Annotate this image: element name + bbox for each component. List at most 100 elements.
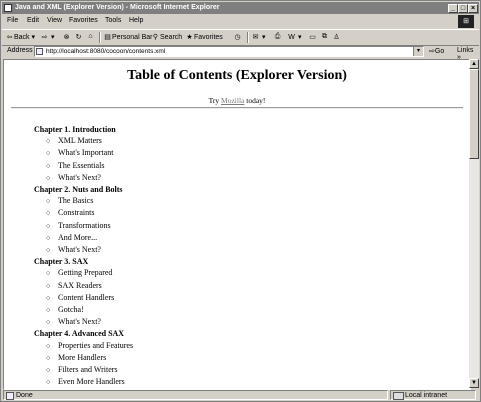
standard-toolbar: ⇦ Back ▾ ⇨ ▾ ⊗ ↻ ⌂ ▤Personal Bar ⚲ Search … [2,29,479,46]
refresh-button[interactable]: ↻ [74,33,83,41]
circle-bullet-icon: ○ [46,293,51,302]
section-title: What's Next? [58,317,101,327]
forward-button[interactable]: ⇨ ▾ [40,33,55,41]
history-button[interactable]: ◷ [233,33,242,41]
section-title: Getting Prepared [58,268,113,278]
tagline: Try Mozilla today! [208,96,266,105]
section-list-item: ○ What's Next? [34,172,133,184]
home-button[interactable]: ⌂ [86,33,95,40]
section-list-item: ○ What's Next? [34,316,133,328]
section-list-item: ○ The Basics [34,195,133,207]
section-list-item: ○ And More... [34,232,133,244]
mozilla-link[interactable]: Mozilla [221,96,244,105]
toolbar-separator [99,32,101,43]
section-list-item: ○ The Essentials [34,160,133,172]
personal-bar-button[interactable]: ▤Personal Bar [103,33,152,41]
status-text: Done [16,392,33,399]
forward-arrow-icon: ⇨ [41,34,48,41]
edit-button[interactable]: W ▾ [287,33,301,41]
section-title: More Handlers [58,352,107,362]
circle-bullet-icon: ○ [46,318,51,327]
chapter-heading: Chapter 2. Nuts and Bolts [34,185,123,195]
section-list-item: ○ Getting Prepared [34,267,133,279]
scroll-thumb[interactable] [469,69,479,159]
ie-app-icon [4,4,12,12]
windows-logo-icon: ⊞ [458,15,474,28]
section-list-item: ○ XML Matters [34,135,133,147]
personal-bar-icon: ▤ [104,34,111,41]
discuss-button[interactable]: ▭ [308,33,317,41]
address-bar: Address http://localhost:8080/cocoon/con… [2,45,479,61]
go-button[interactable]: ⇨Go [429,47,444,55]
chapter-heading: Chapter 3. SAX [34,257,89,267]
mail-button[interactable]: ✉ ▾ [251,33,266,41]
menu-edit[interactable]: Edit [27,17,39,24]
menu-help[interactable]: Help [129,17,143,24]
menu-favorites[interactable]: Favorites [69,17,98,24]
menu-view[interactable]: View [47,17,62,24]
messenger-icon: ♙ [333,34,340,41]
section-list-item: ○ SAX Readers [34,280,133,292]
horizontal-rule [11,107,463,109]
section-list-item: ○ Constraints [34,207,133,219]
circle-bullet-icon: ○ [46,366,51,375]
maximize-button[interactable]: □ [458,4,468,13]
favorites-button[interactable]: ★Favorites [185,33,222,41]
chapter-heading: Chapter 4. Advanced SAX [34,329,125,339]
mail-icon: ✉ [252,34,259,41]
page-viewport: Table of Contents (Explorer Version) Try… [3,59,471,390]
page-title: Table of Contents (Explorer Version) [127,68,347,83]
section-title: Filters and Writers [58,365,118,375]
intranet-icon [393,392,404,400]
section-list-item: ○ Transformations [34,220,133,232]
circle-bullet-icon: ○ [46,281,51,290]
page-icon [6,392,14,400]
menu-file[interactable]: File [7,17,18,24]
section-title: The Basics [58,196,94,206]
section-list-item: ○ What's Next? [34,244,133,256]
address-input[interactable]: http://localhost:8080/cocoon/contents.xm… [34,46,424,57]
section-list-item: ○ Content Handlers [34,292,133,304]
section-title: What's Next? [58,172,101,182]
section-title: What's Next? [58,245,101,255]
messenger-button[interactable]: ♙ [332,33,341,41]
refresh-icon: ↻ [75,34,82,41]
history-icon: ◷ [234,34,241,41]
edit-icon: W [288,34,295,41]
print-button[interactable]: ⎙ [273,33,282,41]
back-button[interactable]: ⇦ Back ▾ [5,33,35,41]
address-url: http://localhost:8080/cocoon/contents.xm… [46,48,166,55]
circle-bullet-icon: ○ [46,173,51,182]
address-label: Address [7,47,33,54]
section-title: SAX Readers [58,280,102,290]
close-button[interactable]: × [468,4,478,13]
table-of-contents: Chapter 1. Introduction ○ XML Matters ○ What… [34,124,133,389]
circle-bullet-icon: ○ [46,306,51,315]
print-icon: ⎙ [274,33,281,40]
window-title: Java and XML (Explorer Version) - Micros… [15,4,220,11]
circle-bullet-icon: ○ [46,221,51,230]
menu-tools[interactable]: Tools [105,17,121,24]
section-title: What's Important [58,148,114,158]
circle-bullet-icon: ○ [46,246,51,255]
favorites-icon: ★ [186,34,193,41]
stop-button[interactable]: ⊗ [62,33,71,41]
stop-icon: ⊗ [63,34,70,41]
scroll-up-button[interactable]: ▲ [469,59,479,69]
section-title: Content Handlers [58,292,115,302]
search-button[interactable]: ⚲ Search [151,33,182,41]
security-zone-panel: Local intranet [390,390,476,400]
status-bar: Done Local intranet [2,389,479,401]
address-dropdown-button[interactable]: ▾ [413,47,423,56]
title-bar: Java and XML (Explorer Version) - Micros… [2,2,479,14]
section-title: Even More Handlers [58,377,125,387]
section-list-item: ○ Gotcha! [34,304,133,316]
scroll-down-button[interactable]: ▼ [469,378,479,388]
related-button[interactable]: ⧉ [320,33,329,41]
section-title: Transformations [58,220,111,230]
circle-bullet-icon: ○ [46,209,51,218]
vertical-scrollbar[interactable]: ▲ ▼ [469,59,479,388]
status-text-panel: Done [3,390,388,400]
minimize-button[interactable]: _ [448,4,458,13]
section-title: Gotcha! [58,305,84,315]
